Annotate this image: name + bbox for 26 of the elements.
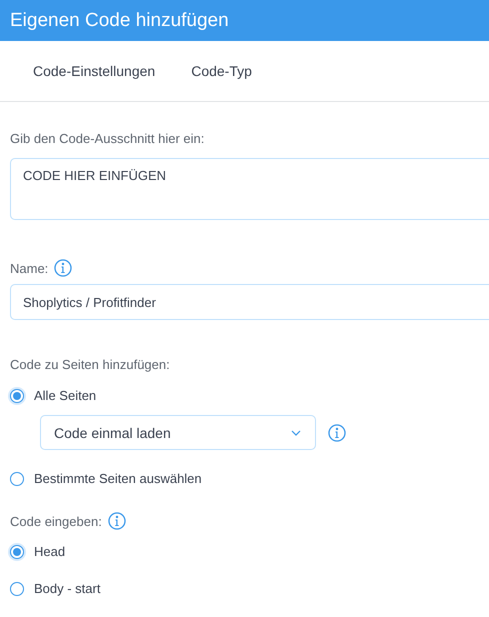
info-icon[interactable] — [108, 512, 126, 530]
option-label: Body - start — [34, 581, 100, 596]
chevron-icon — [291, 430, 301, 436]
radio-button[interactable] — [10, 582, 24, 596]
load-dropdown[interactable]: Code einmal laden — [40, 415, 316, 450]
window-title: Eigenen Code hinzufügen — [10, 10, 229, 32]
info-icon[interactable] — [54, 259, 72, 277]
option-label: Head — [34, 544, 66, 559]
info-icon[interactable] — [328, 424, 346, 442]
field-label: Gib den Code-Ausschnitt hier ein: — [10, 131, 204, 146]
radio-button[interactable] — [10, 544, 24, 558]
field-label: Name: — [10, 260, 48, 276]
code-field[interactable]: CODE HIER EINFÜGEN — [10, 158, 489, 220]
radio-option[interactable]: Head — [10, 544, 489, 559]
name-field[interactable]: Shoplytics / Profitfinder — [10, 284, 489, 320]
tab[interactable]: Code-Typ — [191, 63, 252, 79]
section-label: Code zu Seiten hinzufügen: — [10, 357, 170, 372]
radio-option[interactable]: Body - start — [10, 581, 489, 596]
radio-button[interactable] — [10, 472, 24, 486]
tab[interactable]: Code-Einstellungen — [33, 63, 156, 79]
option-label: Bestimmte Seiten auswählen — [34, 471, 202, 486]
radio-option[interactable]: Alle Seiten — [10, 388, 489, 403]
section-label: Code eingeben: — [10, 514, 102, 528]
radio-option[interactable]: Bestimmte Seiten auswählen — [10, 471, 489, 486]
radio-button[interactable] — [10, 388, 24, 402]
option-label: Alle Seiten — [34, 388, 96, 403]
